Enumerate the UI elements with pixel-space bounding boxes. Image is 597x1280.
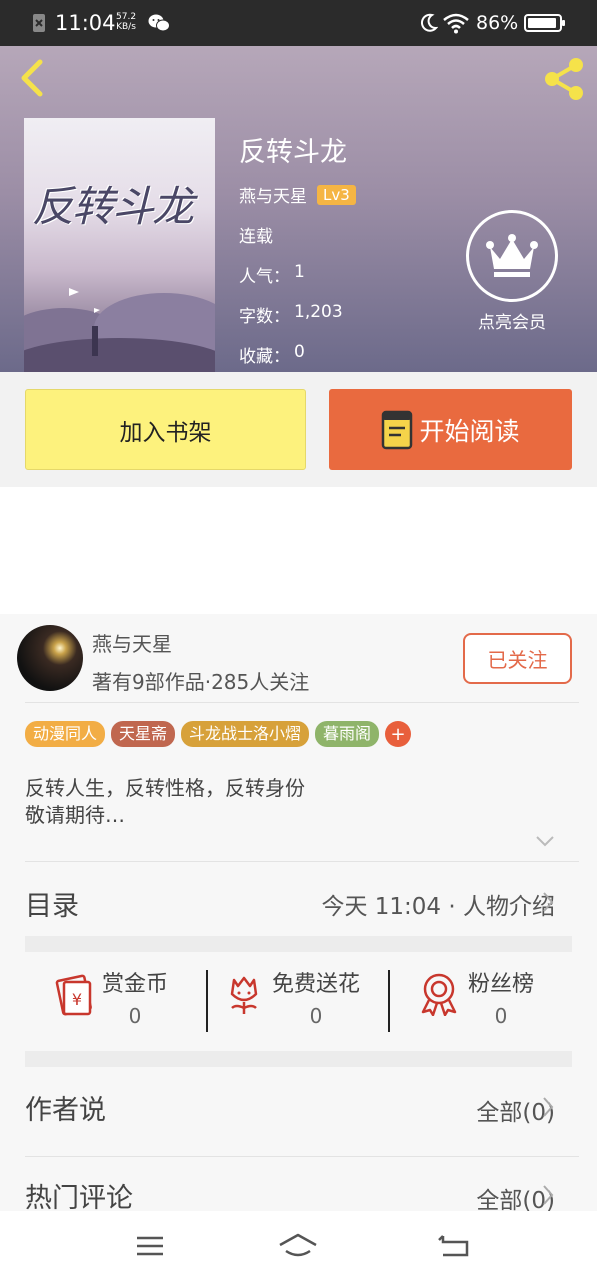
- cover-title: 反转斗龙: [32, 182, 194, 231]
- tag-item[interactable]: 斗龙战士洛小熠: [181, 721, 310, 747]
- battery-icon: [524, 14, 565, 32]
- book-icon: [382, 410, 413, 449]
- author-card-name[interactable]: 燕与天星: [92, 628, 172, 657]
- add-tag-button[interactable]: +: [385, 721, 412, 747]
- author-card-stats: 著有9部作品·285人关注: [92, 670, 310, 694]
- favorites-stat: 收藏： 0: [239, 342, 305, 367]
- book-details: 燕与天星 著有9部作品·285人关注 已关注 动漫同人 天星斋 斗龙战士洛小熠 …: [0, 614, 597, 1214]
- section-separator: [25, 1051, 572, 1067]
- blank-area: [0, 487, 597, 614]
- red-envelope-icon: ¥: [55, 974, 92, 1016]
- share-icon[interactable]: [540, 56, 588, 102]
- crown-icon: [466, 210, 558, 302]
- sim-icon: [33, 14, 45, 32]
- flower-icon: [230, 976, 258, 1014]
- action-row: 加入书架 开始阅读: [0, 372, 597, 487]
- book-cover[interactable]: 反转斗龙: [24, 118, 215, 372]
- chevron-right-icon: [543, 1097, 554, 1117]
- send-flower-value: 0: [309, 1004, 323, 1028]
- author-name[interactable]: 燕与天星: [239, 182, 307, 207]
- chevron-right-icon: [543, 1185, 554, 1205]
- wechat-icon: [148, 14, 170, 32]
- reward-coins-value: 0: [128, 1004, 142, 1028]
- book-title: 反转斗龙: [239, 137, 347, 168]
- divider: [25, 861, 579, 862]
- divider: [25, 1156, 579, 1157]
- follow-button[interactable]: 已关注: [463, 633, 572, 684]
- status-time: 11:04: [55, 11, 116, 35]
- medal-icon: [421, 973, 457, 1016]
- system-nav-bar: [0, 1211, 597, 1280]
- tag-list: 动漫同人 天星斋 斗龙战士洛小熠 暮雨阁 +: [25, 721, 412, 747]
- svg-text:¥: ¥: [72, 990, 82, 1009]
- fan-ranking-button[interactable]: 粉丝榜 0: [418, 966, 534, 1040]
- fan-ranking-label: 粉丝榜: [468, 972, 535, 997]
- expand-chevron-icon[interactable]: [535, 834, 555, 848]
- author-says-label: 作者说: [25, 1095, 106, 1126]
- menu-icon[interactable]: [130, 1231, 170, 1261]
- author-avatar[interactable]: [17, 625, 83, 691]
- vip-label: 点亮会员: [478, 313, 546, 333]
- net-speed: 57.2 KB/s: [116, 12, 137, 32]
- serial-status: 连载: [239, 227, 273, 247]
- author-line[interactable]: 燕与天星 Lv3: [239, 182, 356, 207]
- add-to-shelf-button[interactable]: 加入书架: [25, 389, 306, 470]
- fan-ranking-value: 0: [494, 1004, 508, 1028]
- tag-item[interactable]: 天星斋: [111, 721, 176, 747]
- level-badge: Lv3: [317, 184, 356, 205]
- divider: [206, 970, 208, 1032]
- send-flower-button[interactable]: 免费送花 0: [224, 966, 360, 1040]
- send-flower-label: 免费送花: [272, 972, 361, 997]
- back-nav-icon[interactable]: [435, 1231, 475, 1261]
- divider: [388, 970, 390, 1032]
- reward-coins-label: 赏金币: [102, 972, 169, 997]
- wifi-icon: [443, 13, 469, 34]
- book-description: 反转人生，反转性格，反转身份 敬请期待…: [25, 776, 305, 827]
- reward-coins-button[interactable]: ¥ 赏金币 0: [52, 966, 168, 1040]
- chevron-right-icon: [543, 892, 554, 912]
- moon-icon: [421, 13, 438, 32]
- status-bar: 11:04 57.2 KB/s 86%: [0, 0, 597, 46]
- start-reading-label: 开始阅读: [419, 416, 520, 446]
- popularity-stat: 人气： 1: [239, 262, 305, 287]
- cover-clouds-illustration: [24, 288, 215, 372]
- book-header: 反转斗龙 反转斗龙 燕与天星 Lv3 连载 人气： 1 字数： 1,203 收藏： 0: [0, 46, 597, 372]
- word-count-stat: 字数： 1,203: [239, 302, 343, 327]
- tag-item[interactable]: 动漫同人: [25, 721, 106, 747]
- hot-comments-label: 热门评论: [25, 1183, 133, 1214]
- vip-button[interactable]: 点亮会员: [466, 210, 558, 333]
- catalog-label: 目录: [25, 891, 79, 922]
- divider: [25, 702, 579, 703]
- catalog-latest: 今天 11:04 · 人物介绍: [321, 894, 555, 920]
- start-reading-button[interactable]: 开始阅读: [329, 389, 572, 470]
- battery-percent: 86%: [476, 12, 519, 34]
- tag-item[interactable]: 暮雨阁: [315, 721, 380, 747]
- home-icon[interactable]: [278, 1231, 318, 1261]
- section-separator: [25, 936, 572, 952]
- back-icon[interactable]: [14, 56, 50, 100]
